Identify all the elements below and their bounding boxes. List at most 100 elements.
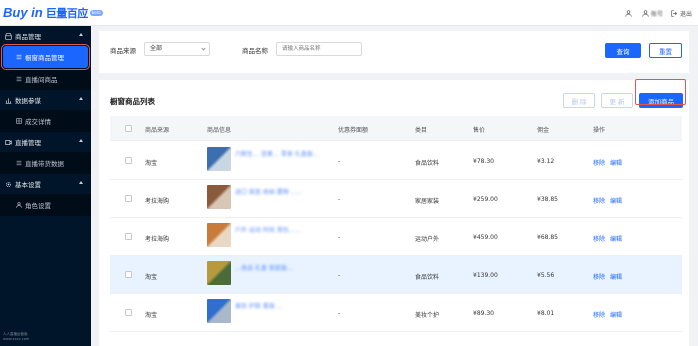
delete-button[interactable]: 删 除 (563, 93, 595, 108)
product-name[interactable]: 美妆 护肤 套装 … (235, 302, 330, 311)
product-name[interactable]: …食品 礼盒 家庭装… (235, 264, 330, 273)
sidebar-group-products[interactable]: 商品管理 (0, 26, 91, 46)
shop-icon (5, 32, 12, 40)
sidebar-group-label: 直播管理 (15, 139, 41, 147)
product-name-input[interactable] (276, 42, 362, 56)
column-header: 优惠券面额 (338, 127, 369, 134)
edit-link[interactable]: 编辑 (610, 234, 622, 243)
sidebar-item-label: 直播带货数据 (25, 160, 64, 168)
price-cell: ¥259.00 (473, 196, 498, 203)
source-select[interactable]: 全部 (144, 42, 210, 56)
sidebar-group-label: 基本设置 (15, 181, 41, 189)
top-bar: Buy in 巨量百应 beta 账号 退出 (0, 0, 698, 26)
sidebar-item-showcase-products[interactable]: 橱窗商品管理 (1, 44, 90, 70)
remove-link[interactable]: 移除 (593, 196, 605, 205)
edit-link[interactable]: 编辑 (610, 196, 622, 205)
logo-badge: beta (89, 9, 103, 16)
sidebar-item-label: 橱窗商品管理 (25, 54, 64, 62)
sidebar-item-live-sales-data[interactable]: 直播带货数据 (0, 152, 91, 174)
sidebar-group-label: 商品管理 (15, 33, 41, 41)
sidebar-item-deal-details[interactable]: 成交详情 (0, 110, 91, 132)
source-cell: 考拉海购 (145, 198, 170, 205)
list-icon (16, 54, 22, 60)
sidebar-item-label: 直播间商品 (25, 76, 58, 84)
row-checkbox[interactable] (125, 271, 132, 278)
product-name[interactable]: 户外 运动 时尚 背包…… (235, 226, 330, 235)
remove-link[interactable]: 移除 (593, 234, 605, 243)
sidebar-group-settings[interactable]: 基本设置 (0, 174, 91, 194)
user-menu[interactable] (625, 9, 634, 17)
category-cell: 食品饮料 (415, 274, 440, 281)
category-cell: 美妆个护 (415, 312, 440, 319)
source-cell: 淘宝 (145, 312, 158, 319)
commission-cell: ¥8.01 (537, 310, 555, 317)
sidebar-footer: 人人直播运营版 www.xxxx.com (3, 332, 29, 342)
update-button[interactable]: 更 新 (601, 93, 633, 108)
commission-cell: ¥38.85 (537, 196, 558, 203)
sidebar-item-role-settings[interactable]: 角色设置 (0, 194, 91, 216)
person-icon (16, 202, 22, 208)
logo-zh: 巨量百应 (45, 6, 89, 20)
row-checkbox[interactable] (125, 309, 132, 316)
table-row[interactable]: 淘宝 六鲜生… 坚果… 零食 礼盒装… - 食品饮料 ¥78.30 ¥3.12 移除 编辑 (110, 142, 682, 180)
user-icon (625, 9, 632, 17)
price-cell: ¥78.30 (473, 158, 494, 165)
sidebar-group-live[interactable]: 直播管理 (0, 132, 91, 152)
commission-cell: ¥68.85 (537, 234, 558, 241)
sidebar-item-live-products[interactable]: 直播间商品 (0, 68, 91, 90)
chevron-up-icon (79, 181, 83, 184)
row-checkbox[interactable] (125, 195, 132, 202)
query-button[interactable]: 查询 (605, 43, 641, 58)
sidebar-item-label: 角色设置 (25, 202, 51, 210)
price-cell: ¥89.30 (473, 310, 494, 317)
coupon-cell: - (338, 234, 341, 241)
select-all-checkbox[interactable] (125, 125, 132, 132)
remove-link[interactable]: 移除 (593, 272, 605, 281)
column-header: 售价 (473, 127, 486, 134)
table-row[interactable]: 淘宝 …食品 礼盒 家庭装… - 食品饮料 ¥139.00 ¥5.56 移除 编辑 (110, 256, 682, 294)
coupon-cell: - (338, 272, 341, 279)
table-header: 商品来源 商品信息 优惠券面额 类目 售价 佣金 操作 (110, 116, 682, 141)
sidebar-group-label: 数据参谋 (15, 97, 41, 105)
logout-button[interactable]: 退出 (671, 9, 692, 18)
product-name[interactable]: 六鲜生… 坚果… 零食 礼盒装… (235, 150, 330, 159)
price-cell: ¥139.00 (473, 272, 498, 279)
edit-link[interactable]: 编辑 (610, 158, 622, 167)
filter-panel: 商品来源 全部 商品名称 查询 重置 (99, 31, 689, 73)
table-row[interactable]: 考拉海购 户外 运动 时尚 背包…… - 运动户外 ¥459.00 ¥68.85 移除 编辑 (110, 218, 682, 256)
commission-cell: ¥5.56 (537, 272, 555, 279)
account-label: 账号 (650, 10, 663, 18)
price-cell: ¥459.00 (473, 234, 498, 241)
row-checkbox[interactable] (125, 157, 132, 164)
account-menu[interactable]: 账号 (642, 9, 663, 18)
table-row[interactable]: 考拉海购 进口 家居 收纳 置物 …… - 家居家装 ¥259.00 ¥38.85 移除 编辑 (110, 180, 682, 218)
sidebar-group-data[interactable]: 数据参谋 (0, 90, 91, 110)
reset-button[interactable]: 重置 (649, 43, 682, 58)
source-label: 商品来源 (110, 47, 136, 55)
logo[interactable]: Buy in 巨量百应 beta (3, 5, 103, 21)
row-checkbox[interactable] (125, 233, 132, 240)
product-name[interactable]: 进口 家居 收纳 置物 …… (235, 188, 330, 197)
remove-link[interactable]: 移除 (593, 310, 605, 319)
remove-link[interactable]: 移除 (593, 158, 605, 167)
product-thumbnail (207, 299, 231, 323)
sidebar-item-label: 成交详情 (25, 118, 51, 126)
edit-link[interactable]: 编辑 (610, 310, 622, 319)
video-icon (5, 139, 12, 146)
product-list-panel: 橱窗商品列表 删 除 更 新 添加商品 商品来源 商品信息 优惠券面额 类目 售… (99, 79, 689, 346)
column-header: 操作 (593, 127, 606, 134)
product-thumbnail (207, 185, 231, 209)
source-select-value: 全部 (150, 45, 163, 52)
product-thumbnail (207, 223, 231, 247)
sidebar-footer-line: www.xxxx.com (3, 337, 30, 341)
product-thumbnail (207, 261, 231, 285)
chevron-up-icon (79, 139, 83, 142)
coupon-cell: - (338, 196, 341, 203)
table-row[interactable]: 淘宝 美妆 护肤 套装 … - 美妆个护 ¥89.30 ¥8.01 移除 编辑 (110, 294, 682, 332)
chevron-up-icon (79, 97, 83, 100)
coupon-cell: - (338, 310, 341, 317)
edit-link[interactable]: 编辑 (610, 272, 622, 281)
logout-label: 退出 (679, 10, 692, 18)
chevron-down-icon (201, 46, 206, 51)
chevron-up-icon (79, 33, 83, 36)
